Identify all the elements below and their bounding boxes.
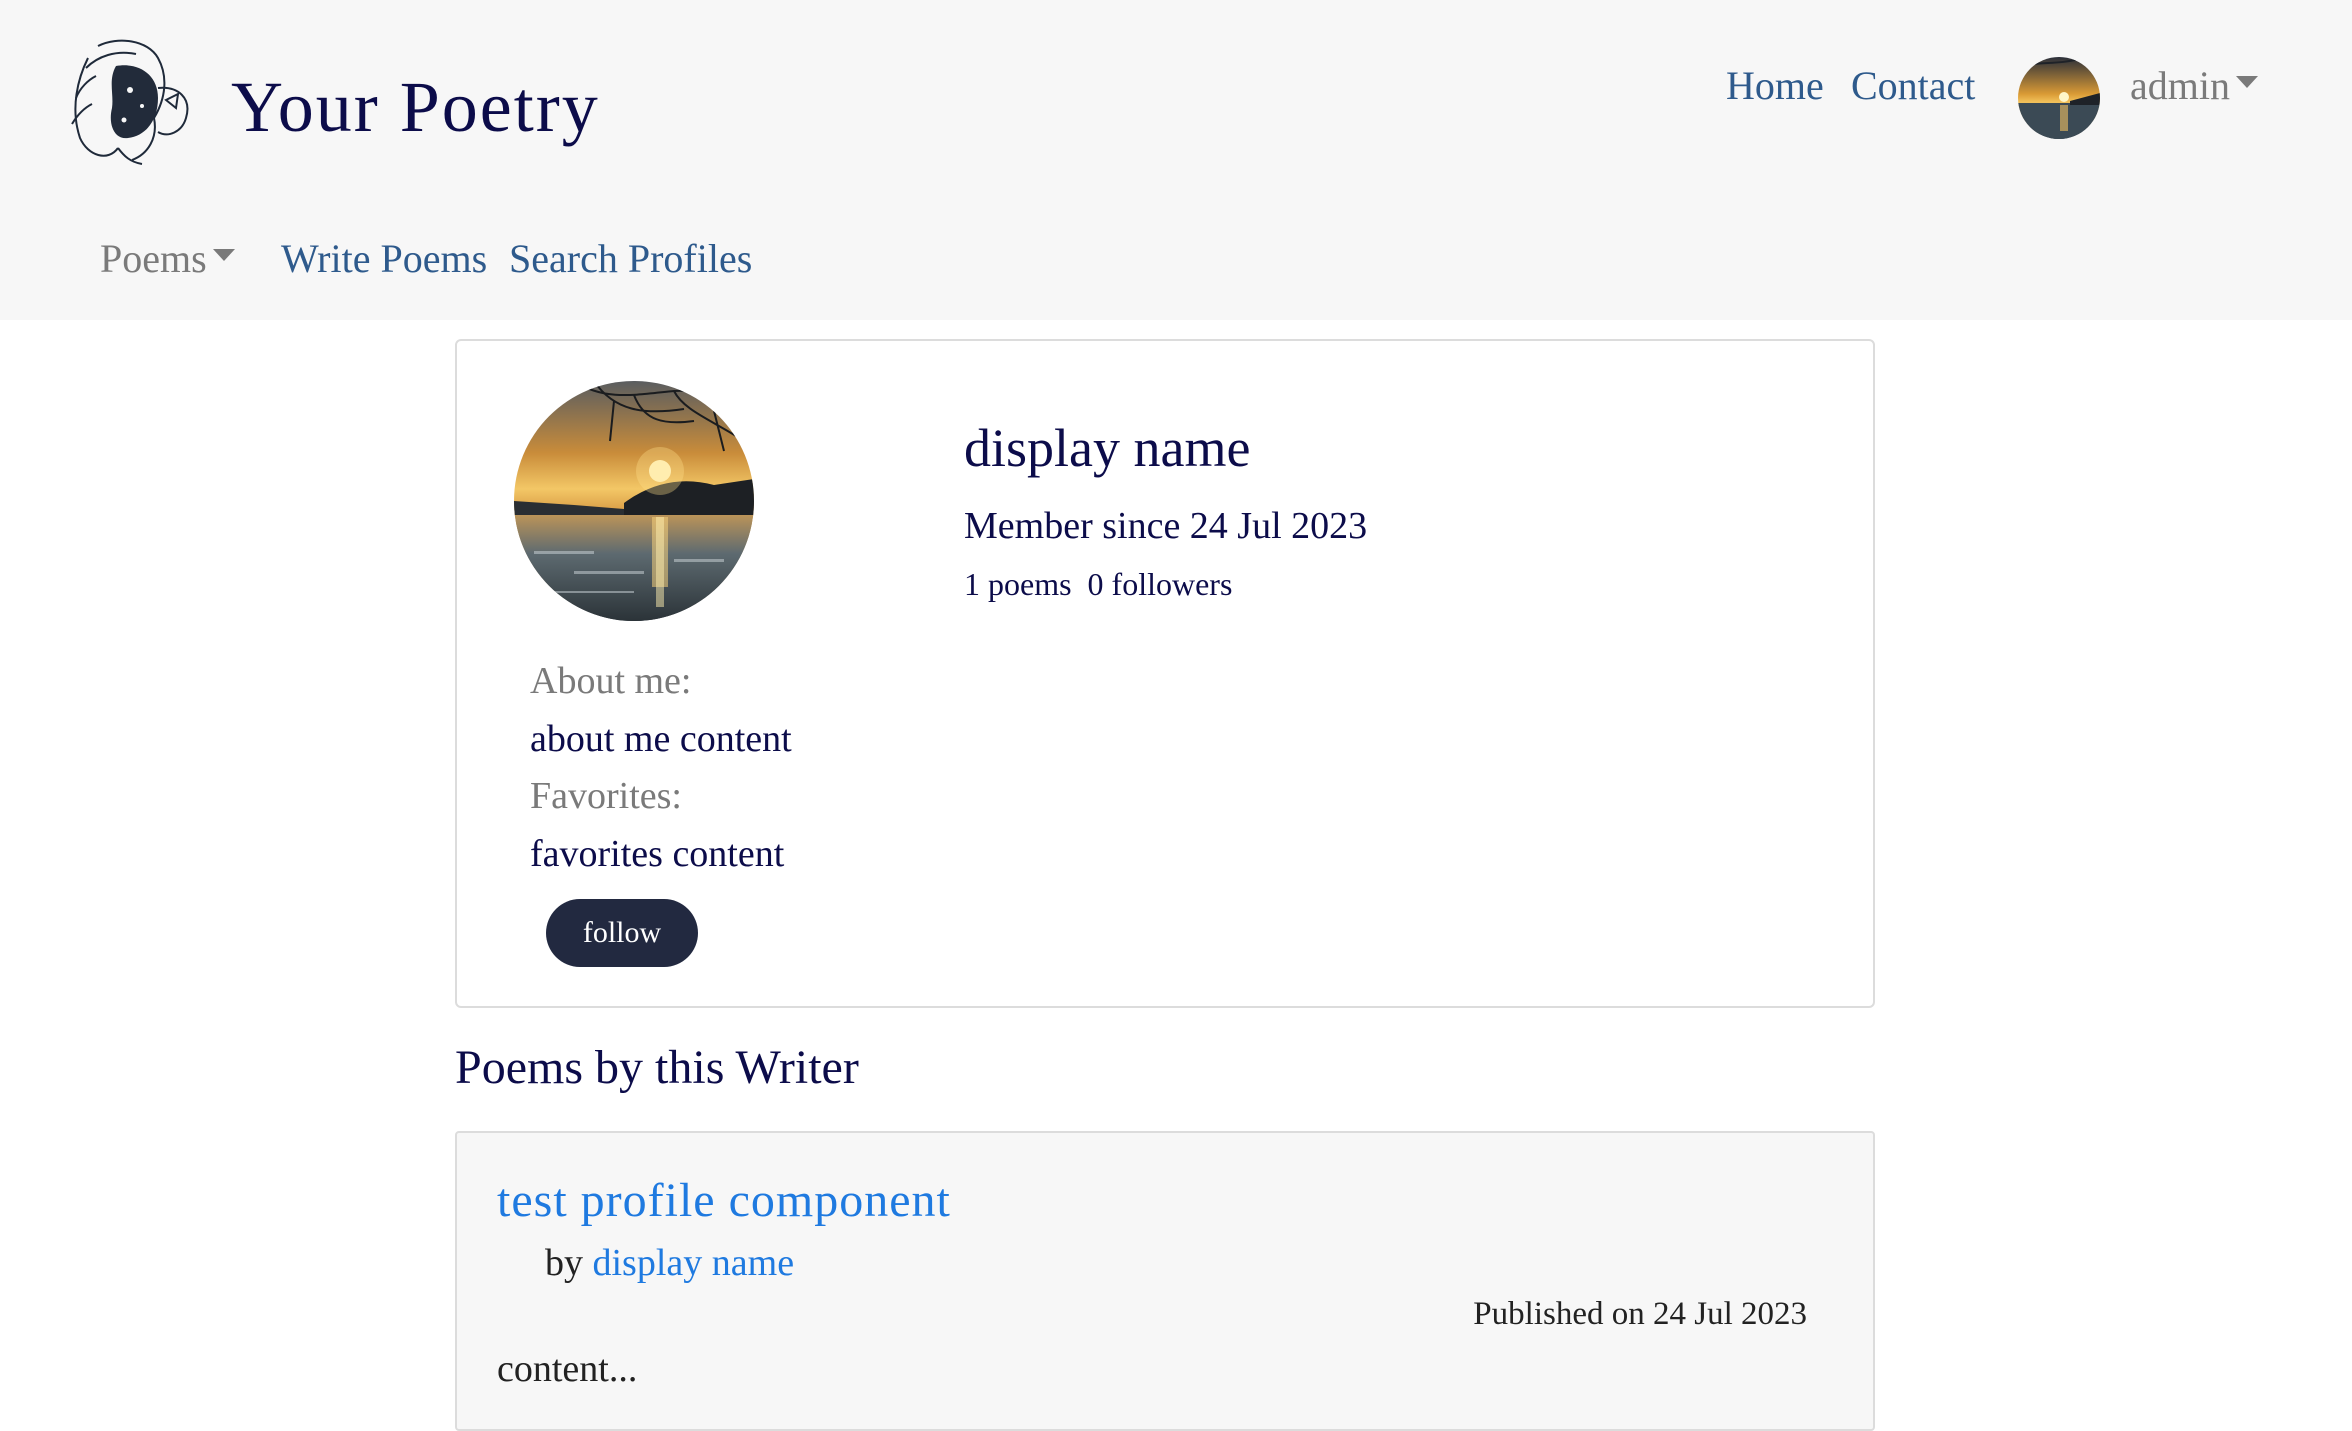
favorites-content: favorites content — [530, 833, 785, 875]
poems-dropdown[interactable]: Poems — [100, 235, 235, 282]
poems-count: 1 poems — [964, 566, 1072, 602]
caret-down-icon — [2235, 75, 2258, 88]
profile-stats: 1 poems 0 followers — [964, 566, 1248, 603]
site-title[interactable]: Your Poetry — [231, 66, 600, 149]
poem-title-link[interactable]: test profile component — [497, 1173, 951, 1228]
favorites-label: Favorites: — [530, 775, 682, 817]
poems-section-title: Poems by this Writer — [455, 1041, 859, 1094]
nav-home-link[interactable]: Home — [1726, 62, 1824, 109]
profile-avatar — [514, 381, 754, 621]
about-me-label: About me: — [530, 660, 692, 702]
poem-excerpt: content... — [497, 1348, 638, 1390]
profile-card: display name Member since 24 Jul 2023 1 … — [455, 339, 1875, 1008]
poem-author-link[interactable]: display name — [593, 1242, 795, 1284]
follow-button[interactable]: follow — [546, 899, 698, 967]
poem-by-label: by — [545, 1242, 583, 1284]
search-profiles-link[interactable]: Search Profiles — [509, 235, 752, 282]
poems-dropdown-label: Poems — [100, 236, 207, 281]
member-since-text: Member since 24 Jul 2023 — [964, 505, 1368, 547]
poem-published-date: Published on 24 Jul 2023 — [1473, 1296, 1807, 1332]
caret-down-icon — [212, 248, 235, 261]
user-menu-label: admin — [2130, 63, 2230, 108]
nav-contact-link[interactable]: Contact — [1851, 62, 1975, 109]
profile-display-name: display name — [964, 418, 1251, 478]
poem-byline: by display name — [545, 1241, 794, 1285]
logo-icon[interactable] — [58, 28, 200, 168]
about-me-content: about me content — [530, 718, 792, 760]
user-avatar[interactable] — [2018, 57, 2100, 139]
write-poems-link[interactable]: Write Poems — [281, 235, 487, 282]
site-header: Your Poetry Home Contact admin Poems Wri… — [0, 0, 2352, 320]
poem-card: test profile component by display name P… — [455, 1131, 1875, 1431]
user-menu-dropdown[interactable]: admin — [2130, 62, 2258, 109]
followers-count: 0 followers — [1087, 566, 1233, 602]
